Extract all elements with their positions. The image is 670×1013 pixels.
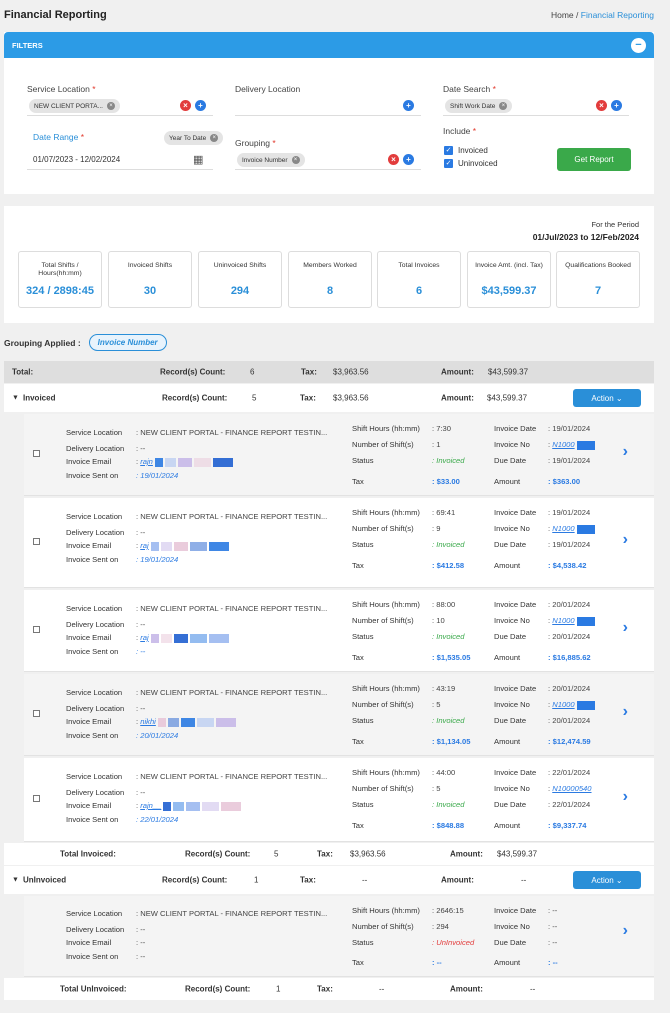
invoice-email[interactable]: : raj xyxy=(136,633,229,643)
invoice-record[interactable]: Service Location: NEW CLIENT PORTAL - FI… xyxy=(24,674,654,756)
invoiced-action-button[interactable]: Action ⌄ xyxy=(573,389,641,407)
checkbox-checked-icon[interactable]: ✓ xyxy=(444,159,453,168)
chevron-down-icon: ⌄ xyxy=(615,393,623,403)
service-location-field[interactable]: NEW CLIENT PORTA... × × + xyxy=(27,96,213,116)
breadcrumb-current: Financial Reporting xyxy=(580,10,654,20)
card-qualifications-booked: Qualifications Booked 7 xyxy=(556,251,640,308)
invoice-email[interactable]: : rajn__ xyxy=(136,801,242,811)
record-checkbox[interactable] xyxy=(33,795,40,802)
invoice-record[interactable]: Service Location: NEW CLIENT PORTAL - FI… xyxy=(24,590,654,672)
add-icon[interactable]: + xyxy=(195,100,206,111)
grouping-field[interactable]: Invoice Number × × + xyxy=(235,150,421,170)
invoice-number-link[interactable]: : N1000 xyxy=(548,440,595,450)
remove-chip-icon[interactable]: × xyxy=(210,134,219,142)
total-uninvoiced-row: Total UnInvoiced: Record(s) Count: 1 Tax… xyxy=(4,978,654,1000)
include-label: Include * xyxy=(443,126,477,136)
card-members-worked: Members Worked 8 xyxy=(288,251,372,308)
clear-icon[interactable]: × xyxy=(596,100,607,111)
remove-chip-icon[interactable]: × xyxy=(499,102,508,110)
card-total-shifts: Total Shifts / Hours(hh:mm) 324 / 2898:45 xyxy=(18,251,102,308)
invoiced-group-header[interactable]: ▼ Invoiced Record(s) Count: 5 Tax: $3,96… xyxy=(4,384,654,412)
chevron-right-icon[interactable]: › xyxy=(623,619,628,637)
date-range-value: 01/07/2023 - 12/02/2024 xyxy=(33,155,121,164)
invoice-record[interactable]: Service Location: NEW CLIENT PORTAL - FI… xyxy=(24,758,654,842)
checkbox-checked-icon[interactable]: ✓ xyxy=(444,146,453,155)
grouping-applied-label: Grouping Applied : xyxy=(4,337,81,348)
invoice-record[interactable]: Service Location: NEW CLIENT PORTAL - FI… xyxy=(24,414,654,496)
record-checkbox[interactable] xyxy=(33,538,40,545)
add-icon[interactable]: + xyxy=(611,100,622,111)
uninvoiced-action-button[interactable]: Action ⌄ xyxy=(573,871,641,889)
grouping-chip[interactable]: Invoice Number × xyxy=(237,153,305,167)
calendar-icon[interactable]: ▦ xyxy=(193,153,203,166)
invoice-number-link[interactable]: : N10000540 xyxy=(548,784,592,793)
breadcrumb-separator: / xyxy=(576,10,579,20)
filters-panel: FILTERS − Service Location * NEW CLIENT … xyxy=(4,32,654,194)
service-location-chip[interactable]: NEW CLIENT PORTA... × xyxy=(29,99,120,113)
card-invoiced-shifts: Invoiced Shifts 30 xyxy=(108,251,192,308)
page-header: Financial Reporting Home / Financial Rep… xyxy=(0,0,670,30)
clear-icon[interactable]: × xyxy=(180,100,191,111)
invoice-number-link[interactable]: : N1000 xyxy=(548,524,595,534)
breadcrumb-home[interactable]: Home xyxy=(551,10,574,20)
date-search-chip[interactable]: Shift Work Date × xyxy=(445,99,513,113)
include-uninvoiced[interactable]: ✓ Uninvoiced xyxy=(444,159,498,168)
date-range-field[interactable]: 01/07/2023 - 12/02/2024 ▦ xyxy=(27,150,213,170)
caret-down-icon[interactable]: ▼ xyxy=(12,877,19,884)
total-row: Total: Record(s) Count: 6 Tax: $3,963.56… xyxy=(4,361,654,383)
grouping-applied: Grouping Applied : Invoice Number xyxy=(4,334,167,351)
period-value: 01/Jul/2023 to 12/Feb/2024 xyxy=(532,232,639,242)
delivery-location-label: Delivery Location xyxy=(235,84,301,94)
card-total-invoices: Total Invoices 6 xyxy=(377,251,461,308)
breadcrumb: Home / Financial Reporting xyxy=(551,10,654,20)
record-checkbox[interactable] xyxy=(33,626,40,633)
include-invoiced[interactable]: ✓ Invoiced xyxy=(444,146,488,155)
invoice-email[interactable]: : raj xyxy=(136,541,229,551)
chevron-right-icon[interactable]: › xyxy=(623,922,628,940)
uninvoiced-record[interactable]: Service Location : NEW CLIENT PORTAL - F… xyxy=(24,896,654,977)
date-range-label: Date Range * xyxy=(33,132,85,142)
chevron-right-icon[interactable]: › xyxy=(623,703,628,721)
chevron-down-icon: ⌄ xyxy=(615,875,623,885)
caret-down-icon[interactable]: ▼ xyxy=(12,395,19,402)
grouping-label: Grouping * xyxy=(235,138,276,148)
summary-panel: For the Period 01/Jul/2023 to 12/Feb/202… xyxy=(4,206,654,323)
record-checkbox[interactable] xyxy=(33,450,40,457)
remove-chip-icon[interactable]: × xyxy=(106,102,115,110)
add-icon[interactable]: + xyxy=(403,154,414,165)
delivery-location-field[interactable]: + xyxy=(235,96,421,116)
clear-icon[interactable]: × xyxy=(388,154,399,165)
invoice-email[interactable]: : rajn xyxy=(136,457,233,467)
filters-bar[interactable]: FILTERS − xyxy=(4,32,654,58)
card-invoice-amount: Invoice Amt. (incl. Tax) $43,599.37 xyxy=(467,251,551,308)
year-to-date-chip[interactable]: Year To Date × xyxy=(164,131,224,145)
total-invoiced-row: Total Invoiced: Record(s) Count: 5 Tax: … xyxy=(4,843,654,865)
uninvoiced-group-header[interactable]: ▼ UnInvoiced Record(s) Count: 1 Tax: -- … xyxy=(4,866,654,894)
chevron-right-icon[interactable]: › xyxy=(623,788,628,806)
grouping-applied-pill: Invoice Number xyxy=(88,334,167,351)
date-search-label: Date Search * xyxy=(443,84,496,94)
chevron-right-icon[interactable]: › xyxy=(623,443,628,461)
invoice-number-link[interactable]: : N1000 xyxy=(548,700,595,710)
card-uninvoiced-shifts: Uninvoiced Shifts 294 xyxy=(198,251,282,308)
get-report-button[interactable]: Get Report xyxy=(557,148,631,171)
period-label: For the Period xyxy=(591,220,639,229)
date-search-field[interactable]: Shift Work Date × × + xyxy=(443,96,629,116)
remove-chip-icon[interactable]: × xyxy=(291,156,300,164)
invoice-record[interactable]: Service Location: NEW CLIENT PORTAL - FI… xyxy=(24,498,654,588)
service-location-label: Service Location * xyxy=(27,84,96,94)
page-title: Financial Reporting xyxy=(4,9,107,21)
add-icon[interactable]: + xyxy=(403,100,414,111)
invoice-number-link[interactable]: : N1000 xyxy=(548,616,595,626)
collapse-icon[interactable]: − xyxy=(631,37,646,53)
chevron-right-icon[interactable]: › xyxy=(623,531,628,549)
invoice-email[interactable]: : nikhi xyxy=(136,717,236,727)
filters-title: FILTERS xyxy=(12,40,43,50)
record-checkbox[interactable] xyxy=(33,710,40,717)
